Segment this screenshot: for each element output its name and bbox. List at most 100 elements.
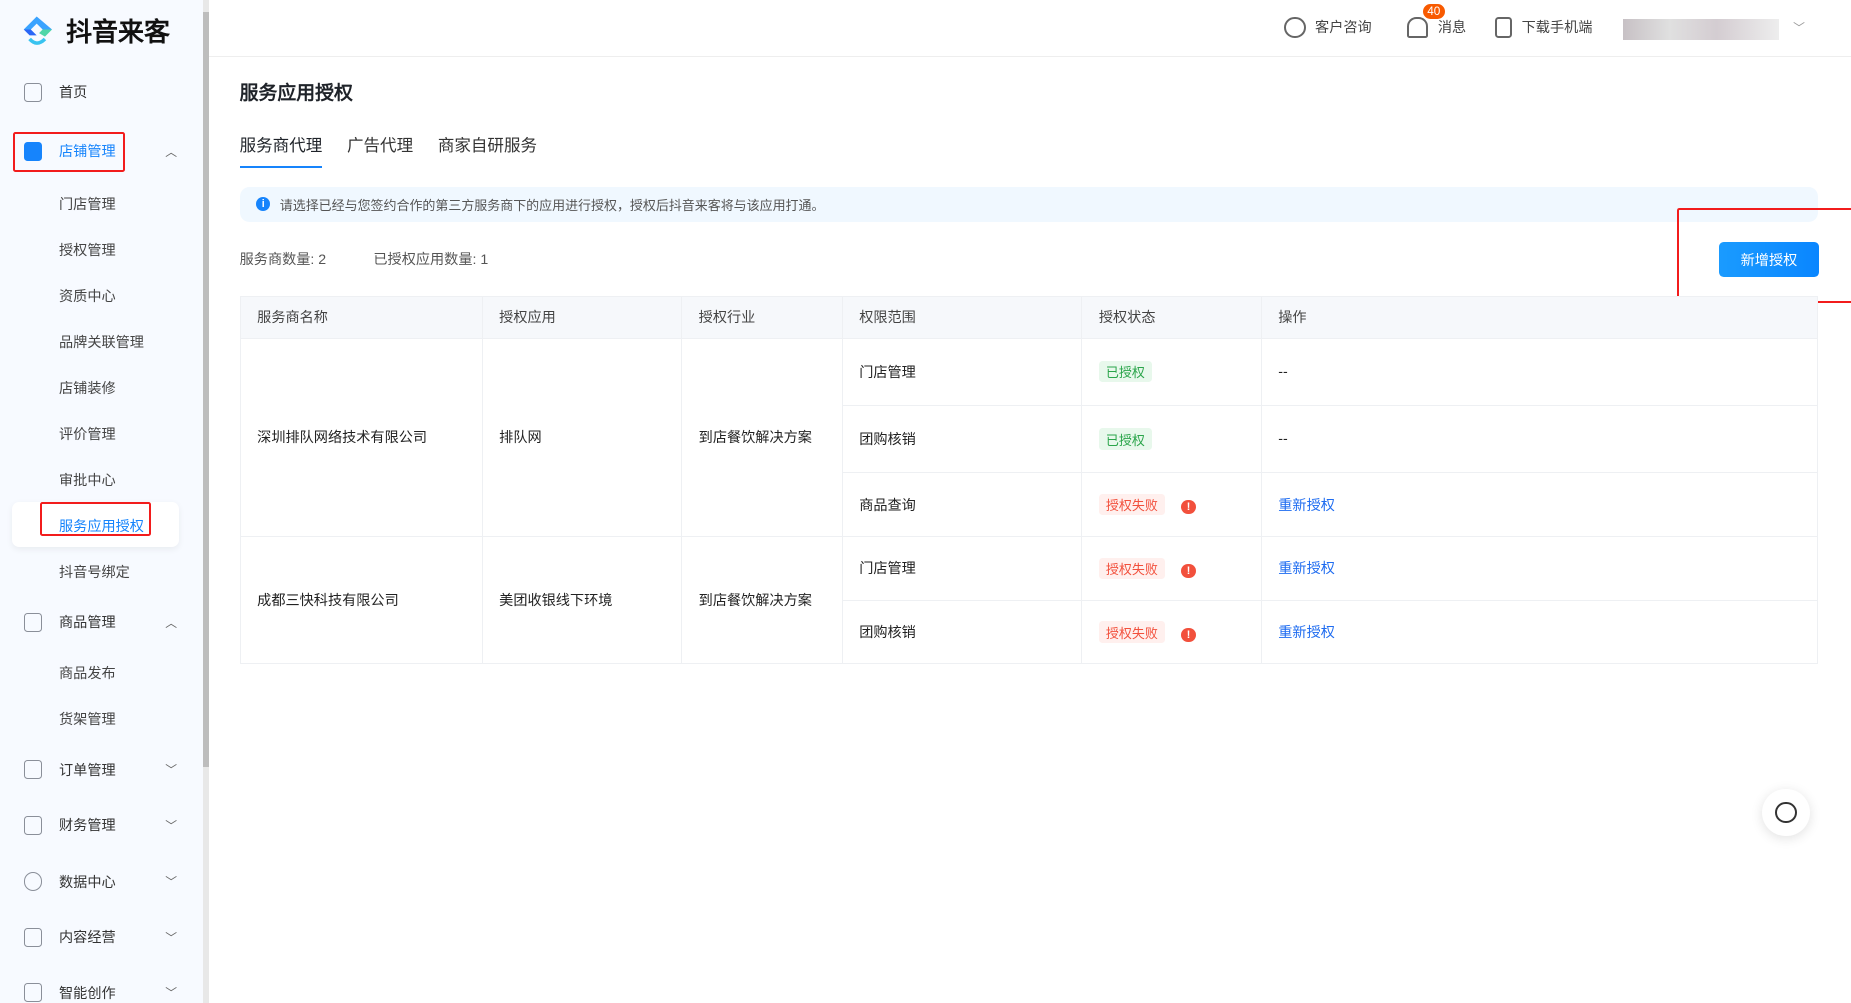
info-icon: i <box>256 197 271 212</box>
status-cell: 授权失败! <box>1081 472 1262 537</box>
grid-icon <box>23 983 43 1003</box>
nav-label: 财务管理 <box>59 818 116 835</box>
nav-creation[interactable]: 智能创作 ﹀ <box>0 975 203 1003</box>
sub-item[interactable]: 品牌关联管理 <box>59 332 144 352</box>
scope: 商品查询 <box>841 472 1083 537</box>
chevron-down-icon: ﹀ <box>165 875 178 890</box>
reauthorize-link[interactable]: 重新授权 <box>1278 498 1335 514</box>
app-name: 排队网 <box>481 337 683 537</box>
table-row: 成都三快科技有限公司 美团收银线下环境 到店餐饮解决方案 门店管理 授权失败! … <box>239 535 1818 665</box>
phone-icon <box>1494 16 1513 38</box>
highlight-box <box>1677 207 1851 304</box>
sidebar-scrollbar[interactable] <box>203 0 209 1003</box>
industry: 到店餐饮解决方案 <box>681 535 843 665</box>
reauthorize-link[interactable]: 重新授权 <box>1278 625 1335 641</box>
status-cell: 授权失败! <box>1081 535 1262 601</box>
chevron-up-icon: ︿ <box>165 144 178 159</box>
nav-content[interactable]: 内容经营 ﹀ <box>0 920 203 955</box>
scope: 团购核销 <box>841 599 1083 665</box>
nav-label: 内容经营 <box>59 930 116 947</box>
messages-button[interactable]: 消息 <box>1407 16 1466 38</box>
info-notice: i 请选择已经与您签约合作的第三方服务商下的应用进行授权，授权后抖音来客将与该应用… <box>239 186 1818 222</box>
sub-item[interactable]: 店铺装修 <box>59 378 116 398</box>
brand-name: 抖音来客 <box>66 16 170 47</box>
top-bar <box>208 0 1851 57</box>
highlight-box <box>12 132 126 173</box>
action-cell: 重新授权 <box>1260 472 1818 537</box>
status-cell: 已授权 <box>1081 337 1262 406</box>
basket-icon <box>23 612 43 632</box>
download-app-button[interactable]: 下载手机端 <box>1494 16 1593 38</box>
sub-item[interactable]: 门店管理 <box>59 194 116 214</box>
provider-name: 深圳排队网络技术有限公司 <box>239 337 483 537</box>
sub-item[interactable]: 商品发布 <box>59 663 116 683</box>
app-name: 美团收银线下环境 <box>481 535 683 665</box>
chat-icon <box>1775 801 1797 823</box>
sidebar: 抖音来客 首页 店铺管理 ︿ 门店管理 授权管理 资质中心 品牌关联管理 店铺装修… <box>0 0 204 1003</box>
chat-icon <box>1284 16 1306 38</box>
column-header: 授权应用 <box>481 296 683 339</box>
status-badge: 已授权 <box>1098 428 1152 450</box>
nav-label: 智能创作 <box>59 985 116 1002</box>
industry: 到店餐饮解决方案 <box>681 337 843 537</box>
provider-name: 成都三快科技有限公司 <box>239 535 483 665</box>
notice-text: 请选择已经与您签约合作的第三方服务商下的应用进行授权，授权后抖音来客将与该应用打… <box>279 197 825 213</box>
nav-orders[interactable]: 订单管理 ﹀ <box>0 752 203 787</box>
action: -- <box>1260 404 1818 474</box>
bell-icon <box>1407 16 1429 38</box>
table-row: 深圳排队网络技术有限公司 排队网 到店餐饮解决方案 门店管理 已授权 -- <box>239 337 1818 537</box>
download-label: 下载手机端 <box>1521 20 1593 37</box>
tab-merchant-self-developed[interactable]: 商家自研服务 <box>438 132 537 167</box>
warning-icon[interactable]: ! <box>1181 627 1196 642</box>
customer-support-button[interactable]: 客户咨询 <box>1284 16 1372 38</box>
chevron-down-icon[interactable]: ﹀ <box>1793 19 1805 36</box>
stats: 服务商数量: 2 已授权应用数量: 1 <box>240 249 489 269</box>
scope: 团购核销 <box>841 404 1083 474</box>
highlight-box <box>40 501 152 536</box>
tab-ad-agency[interactable]: 广告代理 <box>347 132 413 167</box>
warning-icon[interactable]: ! <box>1181 500 1196 515</box>
megaphone-icon <box>23 927 43 947</box>
scrollbar-thumb[interactable] <box>203 11 209 768</box>
nav-goods[interactable]: 商品管理 ︿ <box>0 604 203 639</box>
scope: 门店管理 <box>841 337 1083 406</box>
chevron-up-icon: ︿ <box>165 615 178 630</box>
account-name-blurred[interactable] <box>1623 18 1779 41</box>
nav-finance[interactable]: 财务管理 ﹀ <box>0 807 203 842</box>
nav-label: 商品管理 <box>59 615 116 632</box>
chevron-down-icon: ﹀ <box>165 763 178 778</box>
sub-item[interactable]: 货架管理 <box>59 709 116 729</box>
authorized-count: 已授权应用数量: 1 <box>373 252 489 269</box>
status-cell: 已授权 <box>1081 404 1262 474</box>
sub-item[interactable]: 审批中心 <box>59 470 116 490</box>
action: -- <box>1260 337 1818 406</box>
chevron-down-icon: ﹀ <box>165 986 178 1001</box>
page-title: 服务应用授权 <box>239 82 353 104</box>
message-count-badge: 40 <box>1422 3 1446 19</box>
chevron-down-icon: ﹀ <box>165 818 178 833</box>
pie-chart-icon <box>23 872 43 892</box>
provider-count: 服务商数量: 2 <box>239 252 327 269</box>
action-cell: 重新授权 <box>1260 599 1818 665</box>
sub-item[interactable]: 评价管理 <box>59 424 116 444</box>
sub-item[interactable]: 授权管理 <box>59 240 116 260</box>
nav-label: 首页 <box>59 85 88 102</box>
nav-data[interactable]: 数据中心 ﹀ <box>0 864 203 899</box>
table-header: 服务商名称 授权应用 授权行业 权限范围 授权状态 操作 <box>239 296 1818 339</box>
tab-service-provider[interactable]: 服务商代理 <box>239 132 323 168</box>
logo[interactable]: 抖音来客 <box>19 12 170 49</box>
reauthorize-link[interactable]: 重新授权 <box>1278 561 1335 577</box>
customer-service-float-button[interactable] <box>1762 788 1810 836</box>
column-header: 权限范围 <box>841 296 1083 339</box>
action-cell: 重新授权 <box>1260 535 1818 601</box>
column-header: 操作 <box>1260 296 1818 339</box>
clipboard-icon <box>23 760 43 780</box>
nav-home[interactable]: 首页 <box>0 74 203 109</box>
warning-icon[interactable]: ! <box>1181 563 1196 578</box>
sub-item[interactable]: 抖音号绑定 <box>59 562 130 582</box>
support-label: 客户咨询 <box>1315 20 1372 37</box>
status-badge: 授权失败 <box>1098 493 1165 516</box>
nav-label: 订单管理 <box>59 762 116 779</box>
scope: 门店管理 <box>841 535 1083 601</box>
sub-item[interactable]: 资质中心 <box>59 286 116 306</box>
